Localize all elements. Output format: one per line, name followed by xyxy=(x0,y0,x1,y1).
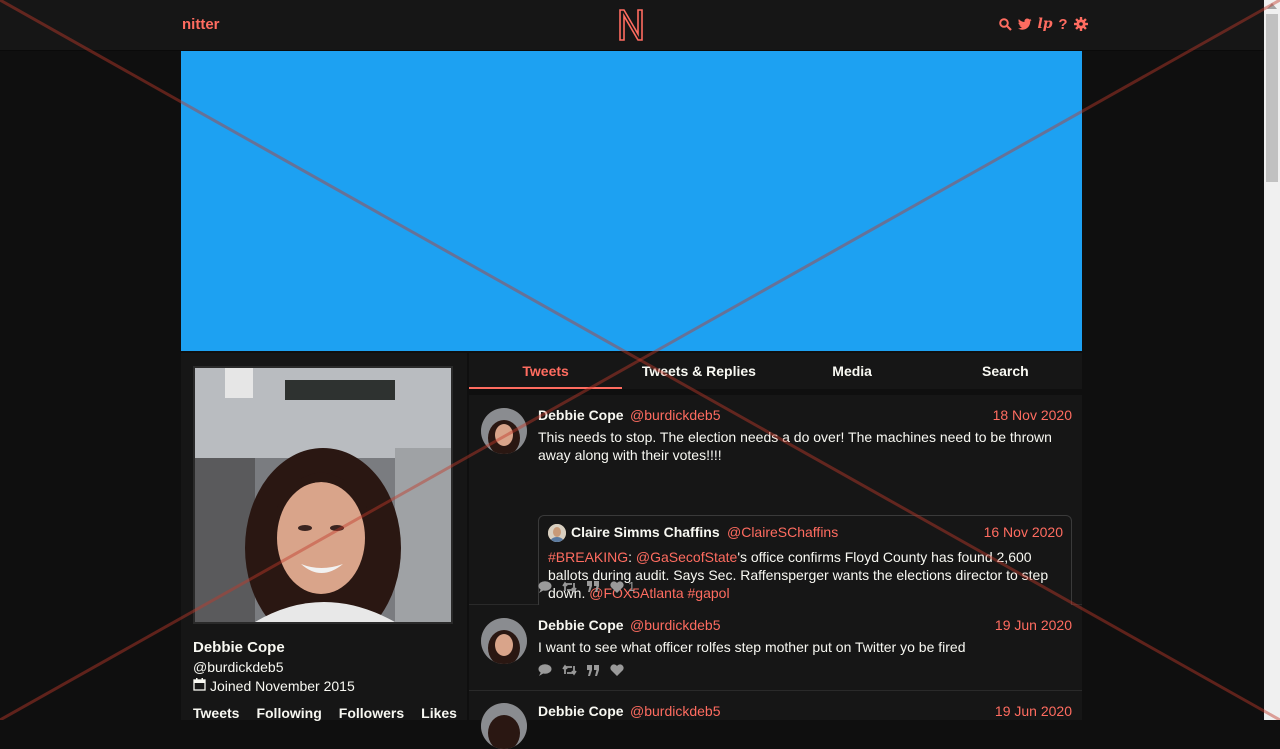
quote-icon[interactable] xyxy=(587,581,600,592)
heart-icon xyxy=(610,664,624,676)
retweet-icon[interactable] xyxy=(562,664,577,676)
retweet-icon[interactable] xyxy=(562,581,577,593)
like-button[interactable] xyxy=(610,664,624,676)
like-button[interactable]: 1 xyxy=(610,579,635,594)
scroll-up-arrow[interactable] xyxy=(1267,3,1277,9)
timeline: Tweets Tweets & Replies Media Search Deb… xyxy=(469,353,1082,749)
tweet-author-name[interactable]: Debbie Cope xyxy=(538,617,624,633)
quote-date[interactable]: 16 Nov 2020 xyxy=(984,524,1063,540)
heart-icon xyxy=(610,580,624,593)
tweet-avatar[interactable] xyxy=(481,408,527,454)
quote-author-handle[interactable]: @ClaireSChaffins xyxy=(727,524,838,540)
tweet-avatar[interactable] xyxy=(481,703,527,749)
quote-avatar xyxy=(548,524,566,542)
tweet-author-handle[interactable]: @burdickdeb5 xyxy=(630,617,721,633)
tab-media[interactable]: Media xyxy=(776,353,929,389)
tweet-date[interactable]: 19 Jun 2020 xyxy=(995,703,1072,719)
tweet-author-name[interactable]: Debbie Cope xyxy=(538,703,624,719)
nitter-logo[interactable] xyxy=(617,8,645,42)
hashtag-link[interactable]: #gapol xyxy=(688,585,730,601)
hashtag-link[interactable]: #BREAKING xyxy=(548,549,628,565)
nav-icons: lp ? xyxy=(998,15,1088,33)
liberapay-icon[interactable]: lp xyxy=(1037,15,1052,33)
tab-tweets-replies[interactable]: Tweets & Replies xyxy=(622,353,775,389)
profile-avatar[interactable] xyxy=(193,366,453,624)
tweet-author-name[interactable]: Debbie Cope xyxy=(538,407,624,423)
tweet-item[interactable]: Debbie Cope @burdickdeb5 18 Nov 2020 Thi… xyxy=(469,395,1082,610)
twitter-bird-icon[interactable] xyxy=(1018,15,1032,33)
mention-link[interactable]: @GaSecofState xyxy=(636,549,737,565)
tab-tweets[interactable]: Tweets xyxy=(469,353,623,389)
search-icon[interactable] xyxy=(998,15,1012,33)
profile-stats: Tweets Following Followers Likes xyxy=(193,705,457,721)
page-scrollbar[interactable] xyxy=(1264,0,1280,720)
tweet-date[interactable]: 19 Jun 2020 xyxy=(995,617,1072,633)
tweet-text: I want to see what officer rolfes step m… xyxy=(538,639,966,655)
stat-tweets[interactable]: Tweets xyxy=(193,705,239,721)
tweet-actions xyxy=(538,664,624,676)
tweet-author-handle[interactable]: @burdickdeb5 xyxy=(630,703,721,719)
brand-link[interactable]: nitter xyxy=(182,16,220,33)
profile-joined: Joined November 2015 xyxy=(193,678,355,694)
stat-following[interactable]: Following xyxy=(256,705,321,721)
tweet-item[interactable]: Debbie Cope @burdickdeb5 19 Jun 2020 I w… xyxy=(469,605,1082,691)
top-navbar: nitter lp ? xyxy=(0,0,1264,51)
calendar-icon xyxy=(193,678,206,694)
quote-icon[interactable] xyxy=(587,664,600,676)
reply-icon[interactable] xyxy=(538,664,552,676)
tab-search[interactable]: Search xyxy=(929,353,1082,389)
tweet-actions: 1 xyxy=(538,579,635,594)
profile-card: Debbie Cope @burdickdeb5 Joined November… xyxy=(181,353,467,721)
profile-handle[interactable]: @burdickdeb5 xyxy=(193,659,284,675)
tweet-author-handle[interactable]: @burdickdeb5 xyxy=(630,407,721,423)
profile-banner xyxy=(181,51,1082,351)
tweet-text: This needs to stop. The election needs a… xyxy=(538,429,1052,463)
quoted-tweet[interactable]: Claire Simms Chaffins @ClaireSChaffins 1… xyxy=(538,515,1072,610)
help-icon[interactable]: ? xyxy=(1058,15,1068,33)
profile-name[interactable]: Debbie Cope xyxy=(193,639,285,656)
stat-likes[interactable]: Likes xyxy=(421,705,457,721)
tweet-date[interactable]: 18 Nov 2020 xyxy=(993,407,1072,423)
tweet-item[interactable]: Debbie Cope @burdickdeb5 19 Jun 2020 xyxy=(469,691,1082,749)
stat-followers[interactable]: Followers xyxy=(339,705,404,721)
profile-tabs: Tweets Tweets & Replies Media Search xyxy=(469,353,1082,389)
scroll-thumb[interactable] xyxy=(1266,14,1278,182)
quote-author-name[interactable]: Claire Simms Chaffins xyxy=(571,524,720,540)
reply-icon[interactable] xyxy=(538,580,552,593)
like-count: 1 xyxy=(628,579,636,594)
joined-date: Joined November 2015 xyxy=(210,678,355,694)
tweet-avatar[interactable] xyxy=(481,618,527,664)
gear-icon[interactable] xyxy=(1074,15,1088,33)
